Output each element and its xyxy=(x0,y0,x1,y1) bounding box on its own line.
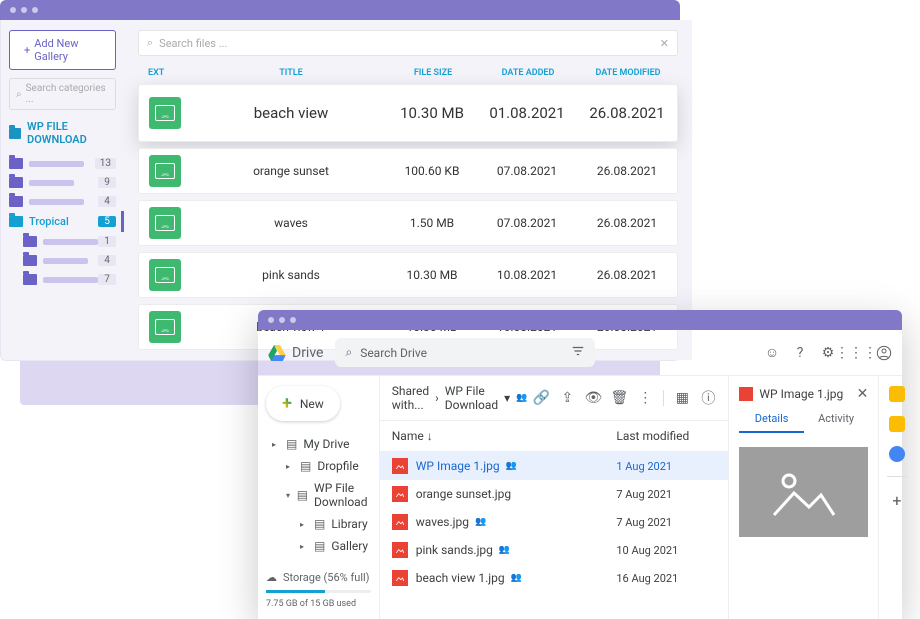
cloud-icon: ☁ xyxy=(266,571,277,584)
sidebar-item[interactable]: 13 xyxy=(9,154,116,173)
keep-icon[interactable] xyxy=(889,386,905,402)
tree-gallery[interactable]: ▸▤Gallery xyxy=(266,535,371,557)
sidebar: + Add New Gallery ⌕ Search categories ..… xyxy=(1,20,124,360)
eye-icon[interactable]: 👁 xyxy=(585,390,601,406)
search-categories-input[interactable]: ⌕ Search categories ... xyxy=(9,78,116,110)
people-icon: 👥 xyxy=(511,573,522,583)
apps-icon[interactable]: ⋮⋮⋮ xyxy=(848,345,864,361)
jpg-icon xyxy=(149,155,181,187)
folder-icon xyxy=(9,216,23,227)
new-button[interactable]: + New xyxy=(266,386,340,421)
file-table: ⌕ Search files ... ✕ EXT TITLE FILE SIZE… xyxy=(124,20,692,360)
folder-icon xyxy=(23,274,37,285)
folder-icon xyxy=(23,255,37,266)
add-gallery-button[interactable]: + Add New Gallery xyxy=(9,30,116,70)
image-icon xyxy=(392,542,408,558)
contacts-icon[interactable] xyxy=(889,446,905,462)
info-icon[interactable]: ⓘ xyxy=(700,390,716,406)
sidebar-item[interactable]: 7 xyxy=(9,270,116,289)
search-icon: ⌕ xyxy=(147,36,153,50)
people-icon: 👥 xyxy=(506,461,517,471)
more-icon[interactable]: ⋮ xyxy=(637,390,653,406)
list-item[interactable]: beach view 1.jpg 👥16 Aug 2021 xyxy=(380,564,729,592)
image-icon xyxy=(392,570,408,586)
image-icon xyxy=(392,486,408,502)
avatar[interactable] xyxy=(876,345,892,361)
folder-icon xyxy=(9,196,23,207)
tab-details[interactable]: Details xyxy=(739,412,804,433)
jpg-icon xyxy=(149,311,181,343)
tab-activity[interactable]: Activity xyxy=(804,412,869,433)
drive-logo: Drive xyxy=(268,345,323,361)
link-icon[interactable]: 🔗 xyxy=(533,390,549,406)
close-icon[interactable]: ✕ xyxy=(660,37,669,50)
close-icon[interactable]: ✕ xyxy=(857,386,869,402)
addon-strip: + xyxy=(878,376,914,619)
search-icon: ⌕ xyxy=(345,345,352,360)
jpg-icon xyxy=(149,259,181,291)
table-row[interactable]: pink sands10.30 MB10.08.202126.08.2021 xyxy=(138,252,678,298)
image-icon xyxy=(392,514,408,530)
people-icon: 👥 xyxy=(475,517,486,527)
filter-icon[interactable] xyxy=(571,344,585,361)
jpg-icon xyxy=(149,97,181,129)
plus-icon: + xyxy=(24,44,30,57)
table-row[interactable]: orange sunset100.60 KB07.08.202126.08.20… xyxy=(138,148,678,194)
detail-filename: WP Image 1.jpg xyxy=(759,387,843,401)
help-icon[interactable]: ? xyxy=(792,345,808,361)
tree-library[interactable]: ▸▤Library xyxy=(266,513,371,535)
tree-wpfd[interactable]: ▾▤WP File Download xyxy=(266,477,371,513)
sidebar-item[interactable]: 9 xyxy=(9,173,116,192)
sidebar-item[interactable]: 4 xyxy=(9,251,116,270)
search-files-input[interactable]: ⌕ Search files ... ✕ xyxy=(138,30,678,56)
table-row[interactable]: beach view10.30 MB01.08.202126.08.2021 xyxy=(138,84,678,142)
sidebar-title: WP FILE DOWNLOAD xyxy=(9,120,116,146)
folder-icon xyxy=(9,177,23,188)
window-titlebar xyxy=(0,0,680,20)
image-icon xyxy=(739,387,753,401)
tasks-icon[interactable] xyxy=(889,416,905,432)
search-icon: ⌕ xyxy=(16,89,22,100)
gear-icon[interactable]: ⚙ xyxy=(820,345,836,361)
folder-icon xyxy=(23,236,37,247)
preview-thumbnail xyxy=(739,447,868,537)
support-icon[interactable]: ☺ xyxy=(764,345,780,361)
sidebar-item[interactable]: Tropical5 xyxy=(9,211,124,232)
search-drive-input[interactable]: ⌕ Search Drive xyxy=(335,338,595,367)
people-icon: 👥 xyxy=(516,393,527,403)
window-titlebar xyxy=(258,310,902,330)
image-icon xyxy=(392,458,408,474)
breadcrumb: Shared with... › WP File Download ▾ 👥 🔗 … xyxy=(380,376,729,421)
share-icon[interactable]: ⇪ xyxy=(559,390,575,406)
sidebar-item[interactable]: 1 xyxy=(9,232,116,251)
list-item[interactable]: pink sands.jpg 👥10 Aug 2021 xyxy=(380,536,729,564)
jpg-icon xyxy=(149,207,181,239)
storage-meter: ☁ Storage (56% full) 7.75 GB of 15 GB us… xyxy=(266,571,371,609)
list-item[interactable]: waves.jpg 👥7 Aug 2021 xyxy=(380,508,729,536)
sort-icon[interactable]: ↓ xyxy=(427,429,433,443)
folder-icon xyxy=(9,128,21,139)
table-row[interactable]: waves1.50 MB07.08.202126.08.2021 xyxy=(138,200,678,246)
detail-panel: WP Image 1.jpg ✕ Details Activity xyxy=(728,376,878,619)
people-icon: 👥 xyxy=(499,545,510,555)
add-icon[interactable]: + xyxy=(892,491,901,510)
grid-view-icon[interactable]: ▦ xyxy=(674,390,690,406)
sidebar-item[interactable]: 4 xyxy=(9,192,116,211)
tree-my-drive[interactable]: ▸▤My Drive xyxy=(266,433,371,455)
tree-dropfile[interactable]: ▸▤Dropfile xyxy=(266,455,371,477)
list-item[interactable]: orange sunset.jpg7 Aug 2021 xyxy=(380,480,729,508)
drive-sidebar: + New ▸▤My Drive ▸▤Dropfile ▾▤WP File Do… xyxy=(258,376,380,619)
plus-icon: + xyxy=(282,393,292,414)
drive-window: Drive ⌕ Search Drive ☺ ? ⚙ ⋮⋮⋮ + xyxy=(258,330,902,619)
column-headers: Name ↓ Last modified xyxy=(380,421,729,452)
table-headers: EXT TITLE FILE SIZE DATE ADDED DATE MODI… xyxy=(138,68,678,78)
trash-icon[interactable]: 🗑 xyxy=(611,390,627,406)
list-item[interactable]: WP Image 1.jpg 👥1 Aug 2021 xyxy=(380,452,729,480)
folder-icon xyxy=(9,158,23,169)
